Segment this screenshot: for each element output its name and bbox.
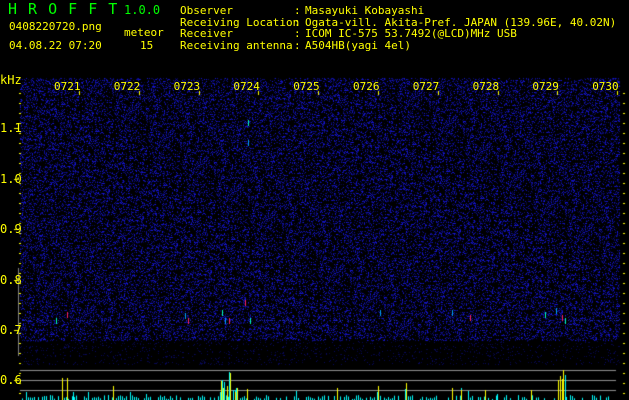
time-label: 0729 (532, 80, 559, 93)
y-tick-label: 0.8 (0, 273, 22, 287)
info-label: Receiver (180, 27, 233, 41)
info-label: Receiving Location (180, 15, 300, 29)
time-label: 0721 (54, 80, 81, 93)
time-label: 0725 (293, 80, 320, 93)
time-label: 0723 (173, 80, 201, 93)
info-colon: : (294, 4, 301, 17)
y-tick-label: 1.0 (0, 172, 22, 186)
meteor-label: meteor (124, 26, 164, 39)
time-label: 0726 (353, 80, 380, 93)
y-tick-label: 0.6 (0, 373, 22, 387)
y-tick-label: 0.7 (0, 323, 22, 337)
time-label: 0722 (113, 80, 141, 93)
info-value: Ogata-vill. Akita-Pref. JAPAN (139.96E, … (305, 15, 617, 29)
time-label: 0724 (233, 80, 260, 93)
info-colon: : (294, 15, 301, 29)
info-value: A504HB(yagi 4el) (305, 39, 411, 53)
filename: 0408220720.png (9, 20, 102, 33)
time-label: 0728 (472, 80, 500, 93)
time-label: 0730 (592, 80, 619, 93)
info-colon: : (294, 39, 301, 53)
y-unit: kHz (0, 73, 22, 87)
info-value: ICOM IC-575 53.7492(@LCD)MHz USB (305, 27, 517, 41)
meteor-count: 15 (140, 39, 154, 52)
time-label: 0727 (412, 80, 440, 93)
info-label: Receiving antenna (180, 39, 293, 53)
spectrogram-canvas (0, 0, 629, 400)
info-label: Observer (180, 4, 233, 17)
app-title: H R O F F T (8, 0, 119, 18)
y-tick-label: 1.1 (0, 121, 22, 135)
datetime: 04.08.22 07:20 (9, 39, 102, 52)
y-tick-label: 0.9 (0, 222, 22, 236)
app-version: 1.0.0 (124, 3, 161, 17)
info-colon: : (294, 27, 301, 41)
info-value: Masayuki Kobayashi (305, 4, 425, 17)
